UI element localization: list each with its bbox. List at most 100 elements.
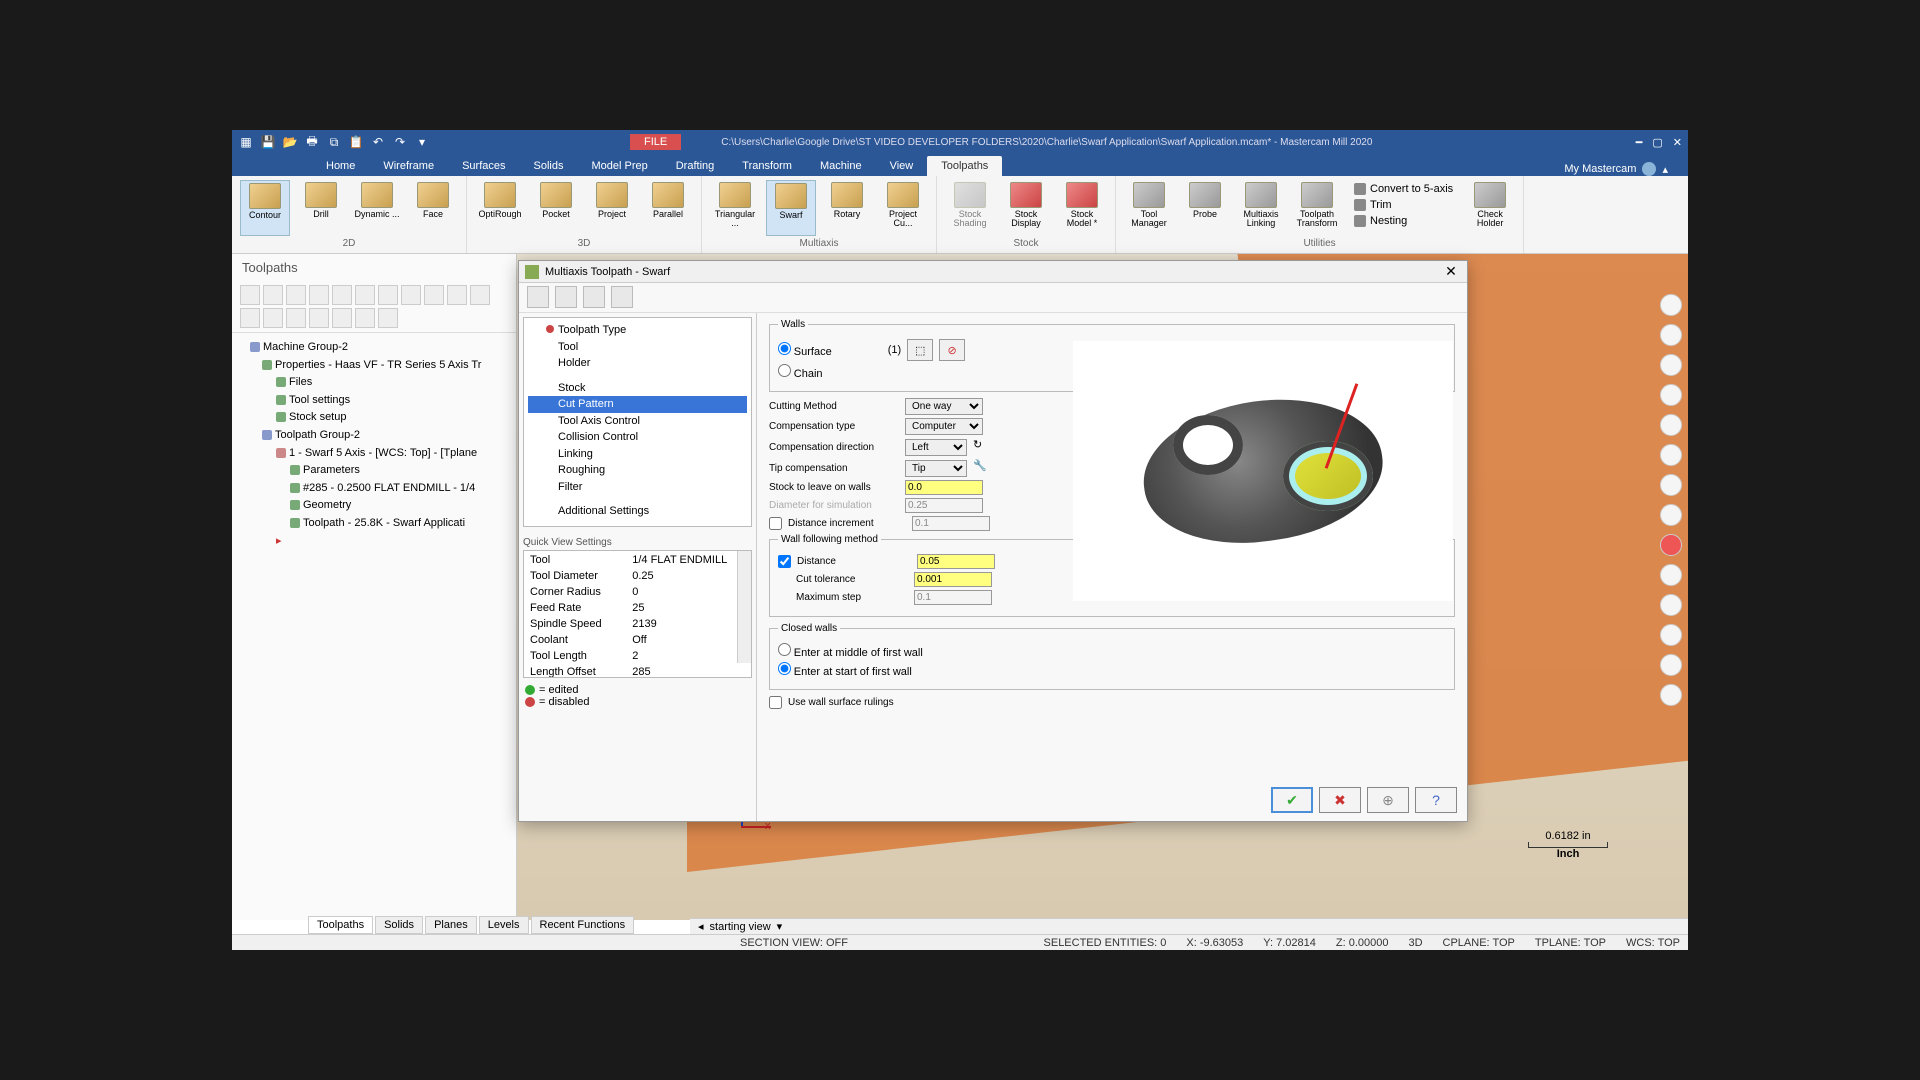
dialog-cancel-button[interactable]: ✖ (1319, 787, 1361, 813)
tab-wireframe[interactable]: Wireframe (369, 156, 448, 176)
nav-linking[interactable]: Linking (528, 446, 747, 463)
tab-machine[interactable]: Machine (806, 156, 876, 176)
view-tool-icon[interactable] (1660, 654, 1682, 676)
nav-holder[interactable]: Holder (528, 355, 747, 372)
tab-transform[interactable]: Transform (728, 156, 806, 176)
tab-drafting[interactable]: Drafting (662, 156, 729, 176)
qat-redo-icon[interactable]: ↷ (392, 134, 408, 150)
tp-tool-icon[interactable] (240, 285, 260, 305)
ribbon-tool-manager[interactable]: Tool Manager (1124, 180, 1174, 236)
bottom-tab-solids[interactable]: Solids (375, 916, 423, 934)
tp-tool-icon[interactable] (286, 285, 306, 305)
dist-inc-checkbox[interactable] (769, 517, 782, 530)
view-tool-icon[interactable] (1660, 564, 1682, 586)
tp-tool-icon[interactable] (332, 308, 352, 328)
dialog-toolbar-icon[interactable] (583, 286, 605, 308)
tp-tool-icon[interactable] (470, 285, 490, 305)
nav-stock[interactable]: Stock (528, 380, 747, 397)
dialog-help-button[interactable]: ? (1415, 787, 1457, 813)
tp-tool-icon[interactable] (447, 285, 467, 305)
file-tab[interactable]: FILE (630, 134, 681, 150)
walls-clear-button[interactable]: ⊘ (939, 339, 965, 361)
view-tool-icon[interactable] (1660, 354, 1682, 376)
bottom-tab-planes[interactable]: Planes (425, 916, 477, 934)
view-tool-icon[interactable] (1660, 474, 1682, 496)
comp-dir-select[interactable]: Left (905, 439, 967, 456)
dialog-nav-tree[interactable]: Toolpath Type Tool Holder Stock Cut Patt… (523, 317, 752, 527)
tree-properties[interactable]: Properties - Haas VF - TR Series 5 Axis … (275, 359, 481, 371)
maximize-button[interactable]: ▢ (1652, 136, 1662, 149)
ribbon-convert-5axis[interactable]: Convert to 5-axis (1354, 182, 1453, 196)
ribbon-stock-model[interactable]: Stock Model * (1057, 180, 1107, 236)
ribbon-stock-shading[interactable]: Stock Shading (945, 180, 995, 236)
view-tool-record-icon[interactable] (1660, 534, 1682, 556)
view-prev-icon[interactable]: ◂ (698, 920, 704, 933)
nav-tool[interactable]: Tool (528, 339, 747, 356)
tab-view[interactable]: View (876, 156, 928, 176)
status-section[interactable]: SECTION VIEW: OFF (740, 937, 848, 949)
ribbon-optirough[interactable]: OptiRough (475, 180, 525, 236)
ribbon-toolpath-transform[interactable]: Toolpath Transform (1292, 180, 1342, 236)
enter-start-radio[interactable] (778, 662, 791, 675)
my-mastercam-link[interactable]: My Mastercam (1564, 163, 1636, 175)
bottom-tab-levels[interactable]: Levels (479, 916, 529, 934)
tree-toolpath-group[interactable]: Toolpath Group-2 (275, 429, 360, 441)
tree-parameters[interactable]: Parameters (303, 464, 360, 476)
dialog-toolbar-icon[interactable] (555, 286, 577, 308)
walls-select-button[interactable]: ⬚ (907, 339, 933, 361)
tab-solids[interactable]: Solids (520, 156, 578, 176)
status-tplane[interactable]: TPLANE: TOP (1535, 937, 1606, 949)
status-cplane[interactable]: CPLANE: TOP (1443, 937, 1515, 949)
minimize-button[interactable]: ━ (1636, 136, 1643, 149)
toolpaths-tree[interactable]: Machine Group-2 Properties - Haas VF - T… (232, 333, 516, 556)
tp-tool-icon[interactable] (240, 308, 260, 328)
view-tool-icon[interactable] (1660, 444, 1682, 466)
nav-roughing[interactable]: Roughing (528, 462, 747, 479)
tp-tool-icon[interactable] (355, 285, 375, 305)
ribbon-pocket[interactable]: Pocket (531, 180, 581, 236)
tab-surfaces[interactable]: Surfaces (448, 156, 519, 176)
nav-toolpath-type[interactable]: Toolpath Type (528, 322, 747, 339)
tp-tool-icon[interactable] (378, 308, 398, 328)
view-tool-icon[interactable] (1660, 624, 1682, 646)
view-tool-icon[interactable] (1660, 414, 1682, 436)
ribbon-stock-display[interactable]: Stock Display (1001, 180, 1051, 236)
qat-new-icon[interactable]: ▦ (238, 134, 254, 150)
tp-tool-icon[interactable] (424, 285, 444, 305)
view-tool-icon[interactable] (1660, 384, 1682, 406)
qat-copy-icon[interactable]: ⧉ (326, 134, 342, 150)
view-tool-icon[interactable] (1660, 504, 1682, 526)
use-rulings-checkbox[interactable] (769, 696, 782, 709)
view-tool-icon[interactable] (1660, 294, 1682, 316)
ribbon-rotary[interactable]: Rotary (822, 180, 872, 236)
tree-operation[interactable]: 1 - Swarf 5 Axis - [WCS: Top] - [Tplane (289, 447, 477, 459)
ribbon-collapse-icon[interactable]: ▴ (1662, 163, 1668, 176)
ribbon-triangular[interactable]: Triangular ... (710, 180, 760, 236)
dialog-toolbar-icon[interactable] (611, 286, 633, 308)
tp-tool-icon[interactable] (263, 308, 283, 328)
ribbon-project-cu[interactable]: Project Cu... (878, 180, 928, 236)
qat-print-icon[interactable]: 🖶 (304, 134, 320, 150)
nav-cut-pattern[interactable]: Cut Pattern (528, 396, 747, 413)
view-dropdown-icon[interactable]: ▾ (777, 920, 783, 933)
qat-save-icon[interactable]: 💾 (260, 134, 276, 150)
tree-geometry[interactable]: Geometry (303, 499, 351, 511)
tp-tool-icon[interactable] (309, 308, 329, 328)
tree-files[interactable]: Files (289, 376, 312, 388)
tp-tool-icon[interactable] (286, 308, 306, 328)
tab-toolpaths[interactable]: Toolpaths (927, 156, 1002, 176)
bottom-tab-recent[interactable]: Recent Functions (531, 916, 635, 934)
cutting-method-select[interactable]: One way (905, 398, 983, 415)
nav-collision-control[interactable]: Collision Control (528, 429, 747, 446)
tree-tool-settings[interactable]: Tool settings (289, 394, 350, 406)
tp-tool-icon[interactable] (263, 285, 283, 305)
qat-more-icon[interactable]: ▾ (414, 134, 430, 150)
bottom-tab-toolpaths[interactable]: Toolpaths (308, 916, 373, 934)
tree-tool-number[interactable]: #285 - 0.2500 FLAT ENDMILL - 1/4 (303, 482, 475, 494)
comp-type-select[interactable]: Computer (905, 418, 983, 435)
view-tool-icon[interactable] (1660, 324, 1682, 346)
distance-checkbox[interactable] (778, 555, 791, 568)
ribbon-nesting[interactable]: Nesting (1354, 214, 1453, 228)
tree-toolpath-file[interactable]: Toolpath - 25.8K - Swarf Applicati (303, 517, 465, 529)
dialog-apply-button[interactable]: ⊕ (1367, 787, 1409, 813)
